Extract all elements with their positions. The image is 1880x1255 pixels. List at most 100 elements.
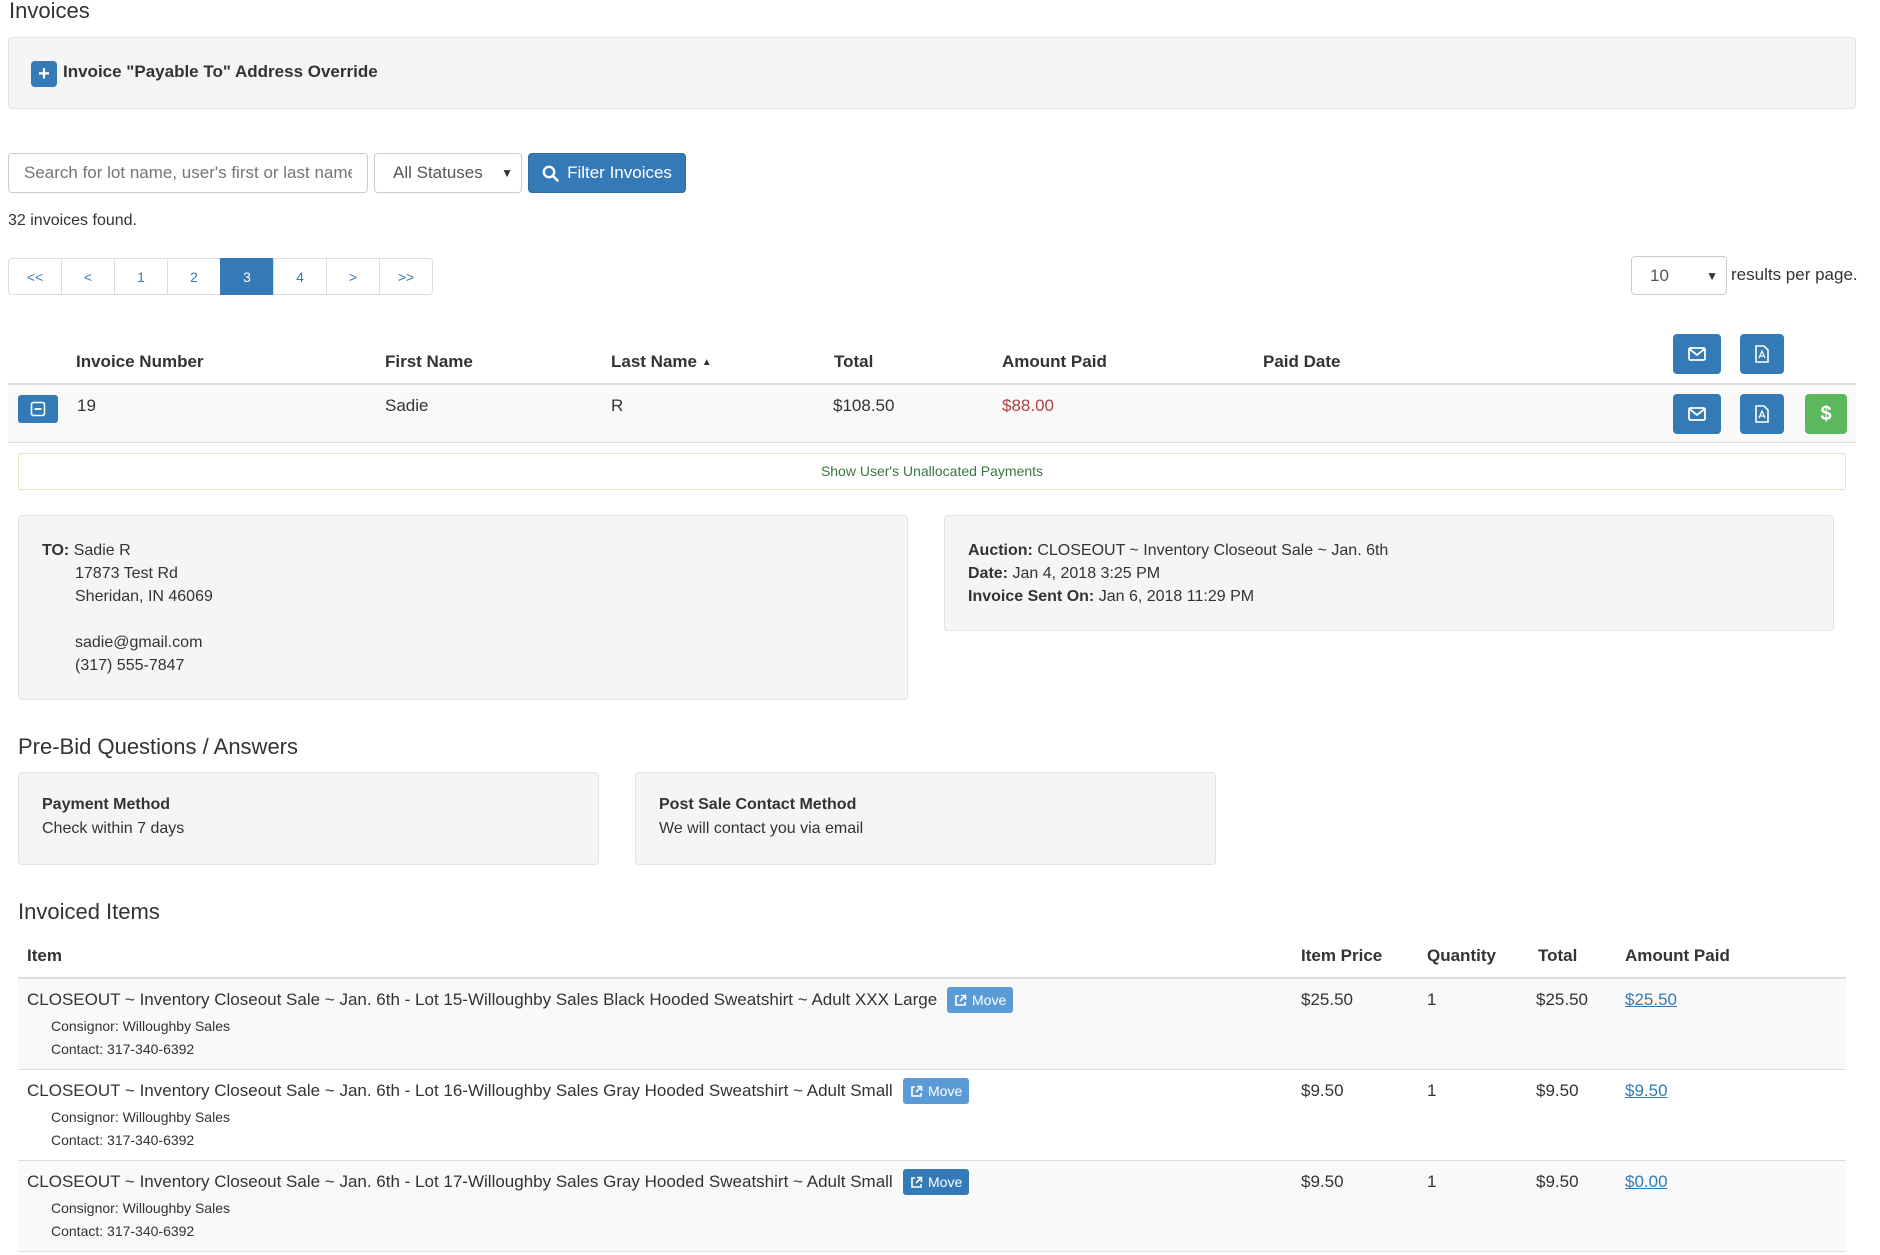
move-item-button[interactable]: Move [903, 1169, 970, 1195]
search-input[interactable] [8, 153, 368, 193]
header-paid-date[interactable]: Paid Date [1263, 352, 1340, 372]
table-row [8, 385, 1856, 443]
item-price: $25.50 [1301, 990, 1353, 1009]
pagination: << < 1 2 3 4 > >> [8, 258, 433, 295]
question-panel: Post Sale Contact Method We will contact… [635, 772, 1216, 865]
cell-last-name: R [611, 396, 624, 415]
status-select[interactable]: All Statuses ▼ [374, 153, 522, 193]
move-label: Move [928, 1083, 963, 1099]
cell-total: $108.50 [833, 396, 895, 415]
search-icon [542, 165, 559, 182]
minus-square-icon [30, 401, 46, 417]
to-email: sadie@gmail.com [75, 634, 203, 651]
to-street: 17873 Test Rd [75, 565, 178, 582]
items-header-item: Item [27, 946, 62, 965]
results-count: 32 invoices found. [8, 212, 137, 229]
item-contact: Contact: 317-340-6392 [51, 1132, 195, 1148]
cell-invoice-number: 19 [77, 396, 96, 415]
envelope-icon [1688, 347, 1706, 361]
pdf-invoice-button[interactable] [1740, 394, 1784, 434]
item-name: CLOSEOUT ~ Inventory Closeout Sale ~ Jan… [27, 1081, 893, 1100]
move-item-button[interactable]: Move [947, 987, 1014, 1013]
invoice-sent-label: Invoice Sent On: [968, 588, 1095, 605]
collapse-row-button[interactable] [18, 395, 58, 423]
show-unallocated-payments-button[interactable]: Show User's Unallocated Payments [18, 453, 1846, 490]
items-header-total: Total [1538, 946, 1578, 965]
record-payment-button[interactable]: $ [1805, 394, 1847, 434]
date-label: Date: [968, 565, 1009, 582]
per-page-label: results per page. [1731, 265, 1858, 284]
to-label: TO: [42, 542, 70, 559]
page-first[interactable]: << [8, 258, 62, 295]
header-amount-paid[interactable]: Amount Paid [1002, 352, 1107, 372]
header-first-name[interactable]: First Name [385, 352, 473, 372]
item-price: $9.50 [1301, 1081, 1344, 1100]
item-consignor: Consignor: Willoughby Sales [51, 1018, 230, 1034]
filter-invoices-label: Filter Invoices [567, 163, 672, 182]
item-name: CLOSEOUT ~ Inventory Closeout Sale ~ Jan… [27, 990, 938, 1009]
item-amount-paid-link[interactable]: $25.50 [1625, 990, 1677, 1010]
move-item-button[interactable]: Move [903, 1078, 970, 1104]
pdf-file-icon [1755, 345, 1769, 363]
question-label: Post Sale Contact Method [659, 796, 857, 813]
items-header-quantity: Quantity [1427, 946, 1496, 965]
page-next[interactable]: > [326, 258, 380, 295]
auction-info-panel: Auction: CLOSEOUT ~ Inventory Closeout S… [944, 515, 1834, 631]
cell-first-name: Sadie [385, 396, 429, 415]
move-label: Move [928, 1174, 963, 1190]
external-link-icon [955, 994, 967, 1006]
per-page-select[interactable]: 10 ▼ [1631, 256, 1727, 295]
sort-ascending-icon: ▲ [701, 357, 712, 368]
page-4[interactable]: 4 [273, 258, 327, 295]
item-consignor: Consignor: Willoughby Sales [51, 1109, 230, 1125]
page-title: Invoices [9, 0, 90, 23]
date-value: Jan 4, 2018 3:25 PM [1012, 565, 1161, 582]
page-1[interactable]: 1 [114, 258, 168, 295]
address-override-label[interactable]: Invoice "Payable To" Address Override [63, 62, 378, 82]
page-prev[interactable]: < [61, 258, 115, 295]
item-amount-paid-link[interactable]: $9.50 [1625, 1081, 1668, 1101]
page-3-active[interactable]: 3 [220, 258, 274, 295]
items-header-price: Item Price [1301, 946, 1383, 965]
bill-to-panel: TO: Sadie R 17873 Test Rd Sheridan, IN 4… [18, 515, 908, 700]
item-amount-paid-link[interactable]: $0.00 [1625, 1172, 1668, 1192]
external-link-icon [911, 1085, 923, 1097]
item-quantity: 1 [1427, 1081, 1437, 1100]
email-invoice-button[interactable] [1673, 394, 1721, 434]
expand-override-button[interactable]: + [31, 61, 57, 87]
dropdown-caret-icon: ▼ [501, 166, 513, 180]
item-consignor: Consignor: Willoughby Sales [51, 1200, 230, 1216]
item-contact: Contact: 317-340-6392 [51, 1041, 195, 1057]
external-link-icon [911, 1176, 923, 1188]
pdf-all-button[interactable] [1740, 334, 1784, 374]
header-last-name[interactable]: Last Name ▲ [611, 352, 712, 372]
filter-invoices-button[interactable]: Filter Invoices [528, 153, 686, 193]
question-panel: Payment Method Check within 7 days [18, 772, 599, 865]
to-city: Sheridan, IN 46069 [75, 588, 213, 605]
answer-text: We will contact you via email [659, 820, 864, 837]
item-contact: Contact: 317-340-6392 [51, 1223, 195, 1239]
to-phone: (317) 555-7847 [75, 657, 185, 674]
header-invoice-number[interactable]: Invoice Number [76, 352, 204, 372]
dollar-icon: $ [1820, 402, 1832, 425]
auction-value: CLOSEOUT ~ Inventory Closeout Sale ~ Jan… [1037, 542, 1389, 559]
pdf-file-icon [1755, 405, 1769, 423]
plus-icon: + [38, 63, 50, 85]
header-total[interactable]: Total [834, 352, 873, 372]
page-last[interactable]: >> [379, 258, 433, 295]
page-2[interactable]: 2 [167, 258, 221, 295]
header-last-name-label: Last Name [611, 352, 697, 371]
items-header-paid: Amount Paid [1625, 946, 1730, 965]
status-select-value: All Statuses [393, 163, 483, 182]
invoiced-items-title: Invoiced Items [18, 899, 160, 924]
item-price: $9.50 [1301, 1172, 1344, 1191]
move-label: Move [972, 992, 1007, 1008]
auction-label: Auction: [968, 542, 1033, 559]
prebid-section-title: Pre-Bid Questions / Answers [18, 734, 299, 759]
item-total: $9.50 [1536, 1172, 1579, 1191]
item-total: $9.50 [1536, 1081, 1579, 1100]
to-name: Sadie R [73, 542, 131, 559]
email-all-button[interactable] [1673, 334, 1721, 374]
envelope-icon [1688, 407, 1706, 421]
dropdown-caret-icon: ▼ [1706, 269, 1718, 283]
